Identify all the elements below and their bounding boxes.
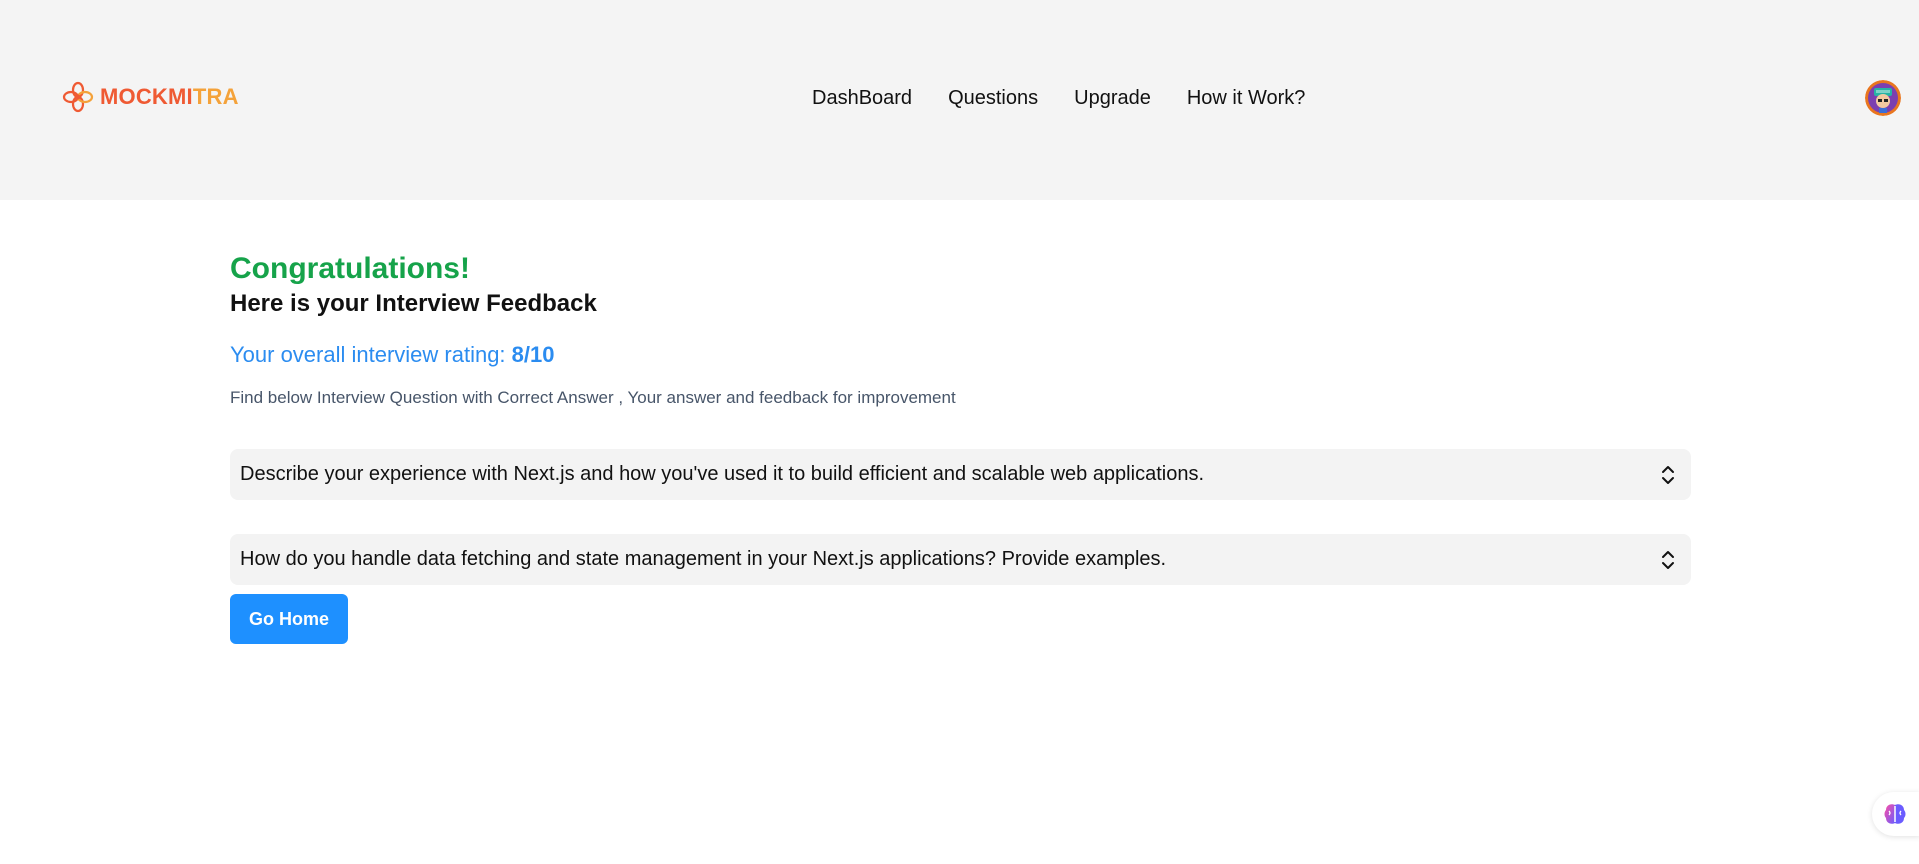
chevron-up-down-icon — [1662, 465, 1674, 484]
nav-questions[interactable]: Questions — [948, 84, 1038, 112]
go-home-button[interactable]: Go Home — [230, 594, 348, 644]
nav-dashboard[interactable]: DashBoard — [812, 84, 912, 112]
site-header: MOCKMITRA DashBoard Questions Upgrade Ho… — [0, 0, 1919, 200]
nav-how-it-work[interactable]: How it Work? — [1187, 84, 1306, 112]
question-text: Describe your experience with Next.js an… — [240, 463, 1204, 485]
user-avatar[interactable] — [1865, 80, 1901, 116]
question-accordion[interactable]: How do you handle data fetching and stat… — [230, 534, 1691, 585]
chevron-up-down-icon — [1662, 550, 1674, 569]
feedback-content: Congratulations! Here is your Interview … — [230, 250, 1691, 644]
logo-text: MOCKMITRA — [100, 84, 239, 110]
feedback-subtitle: Here is your Interview Feedback — [230, 290, 597, 317]
ai-assistant-button[interactable] — [1872, 792, 1919, 836]
feedback-hint: Find below Interview Question with Corre… — [230, 388, 956, 407]
logo-text-main: MOCKMI — [100, 84, 193, 109]
overall-rating: Your overall interview rating: 8/10 — [230, 340, 1691, 370]
logo-text-tail: TRA — [192, 84, 239, 109]
user-avatar-icon — [1865, 80, 1901, 116]
question-accordion[interactable]: Describe your experience with Next.js an… — [230, 449, 1691, 500]
nav-upgrade[interactable]: Upgrade — [1074, 84, 1151, 112]
brain-icon — [1884, 804, 1906, 824]
main-nav: DashBoard Questions Upgrade How it Work? — [812, 84, 1305, 112]
logo-flower-icon — [62, 81, 94, 113]
rating-label: Your overall interview rating: — [230, 342, 512, 367]
brand-logo[interactable]: MOCKMITRA — [62, 80, 239, 114]
congrats-heading: Congratulations! — [230, 252, 470, 285]
question-text: How do you handle data fetching and stat… — [240, 548, 1167, 570]
rating-value: 8/10 — [511, 342, 555, 367]
